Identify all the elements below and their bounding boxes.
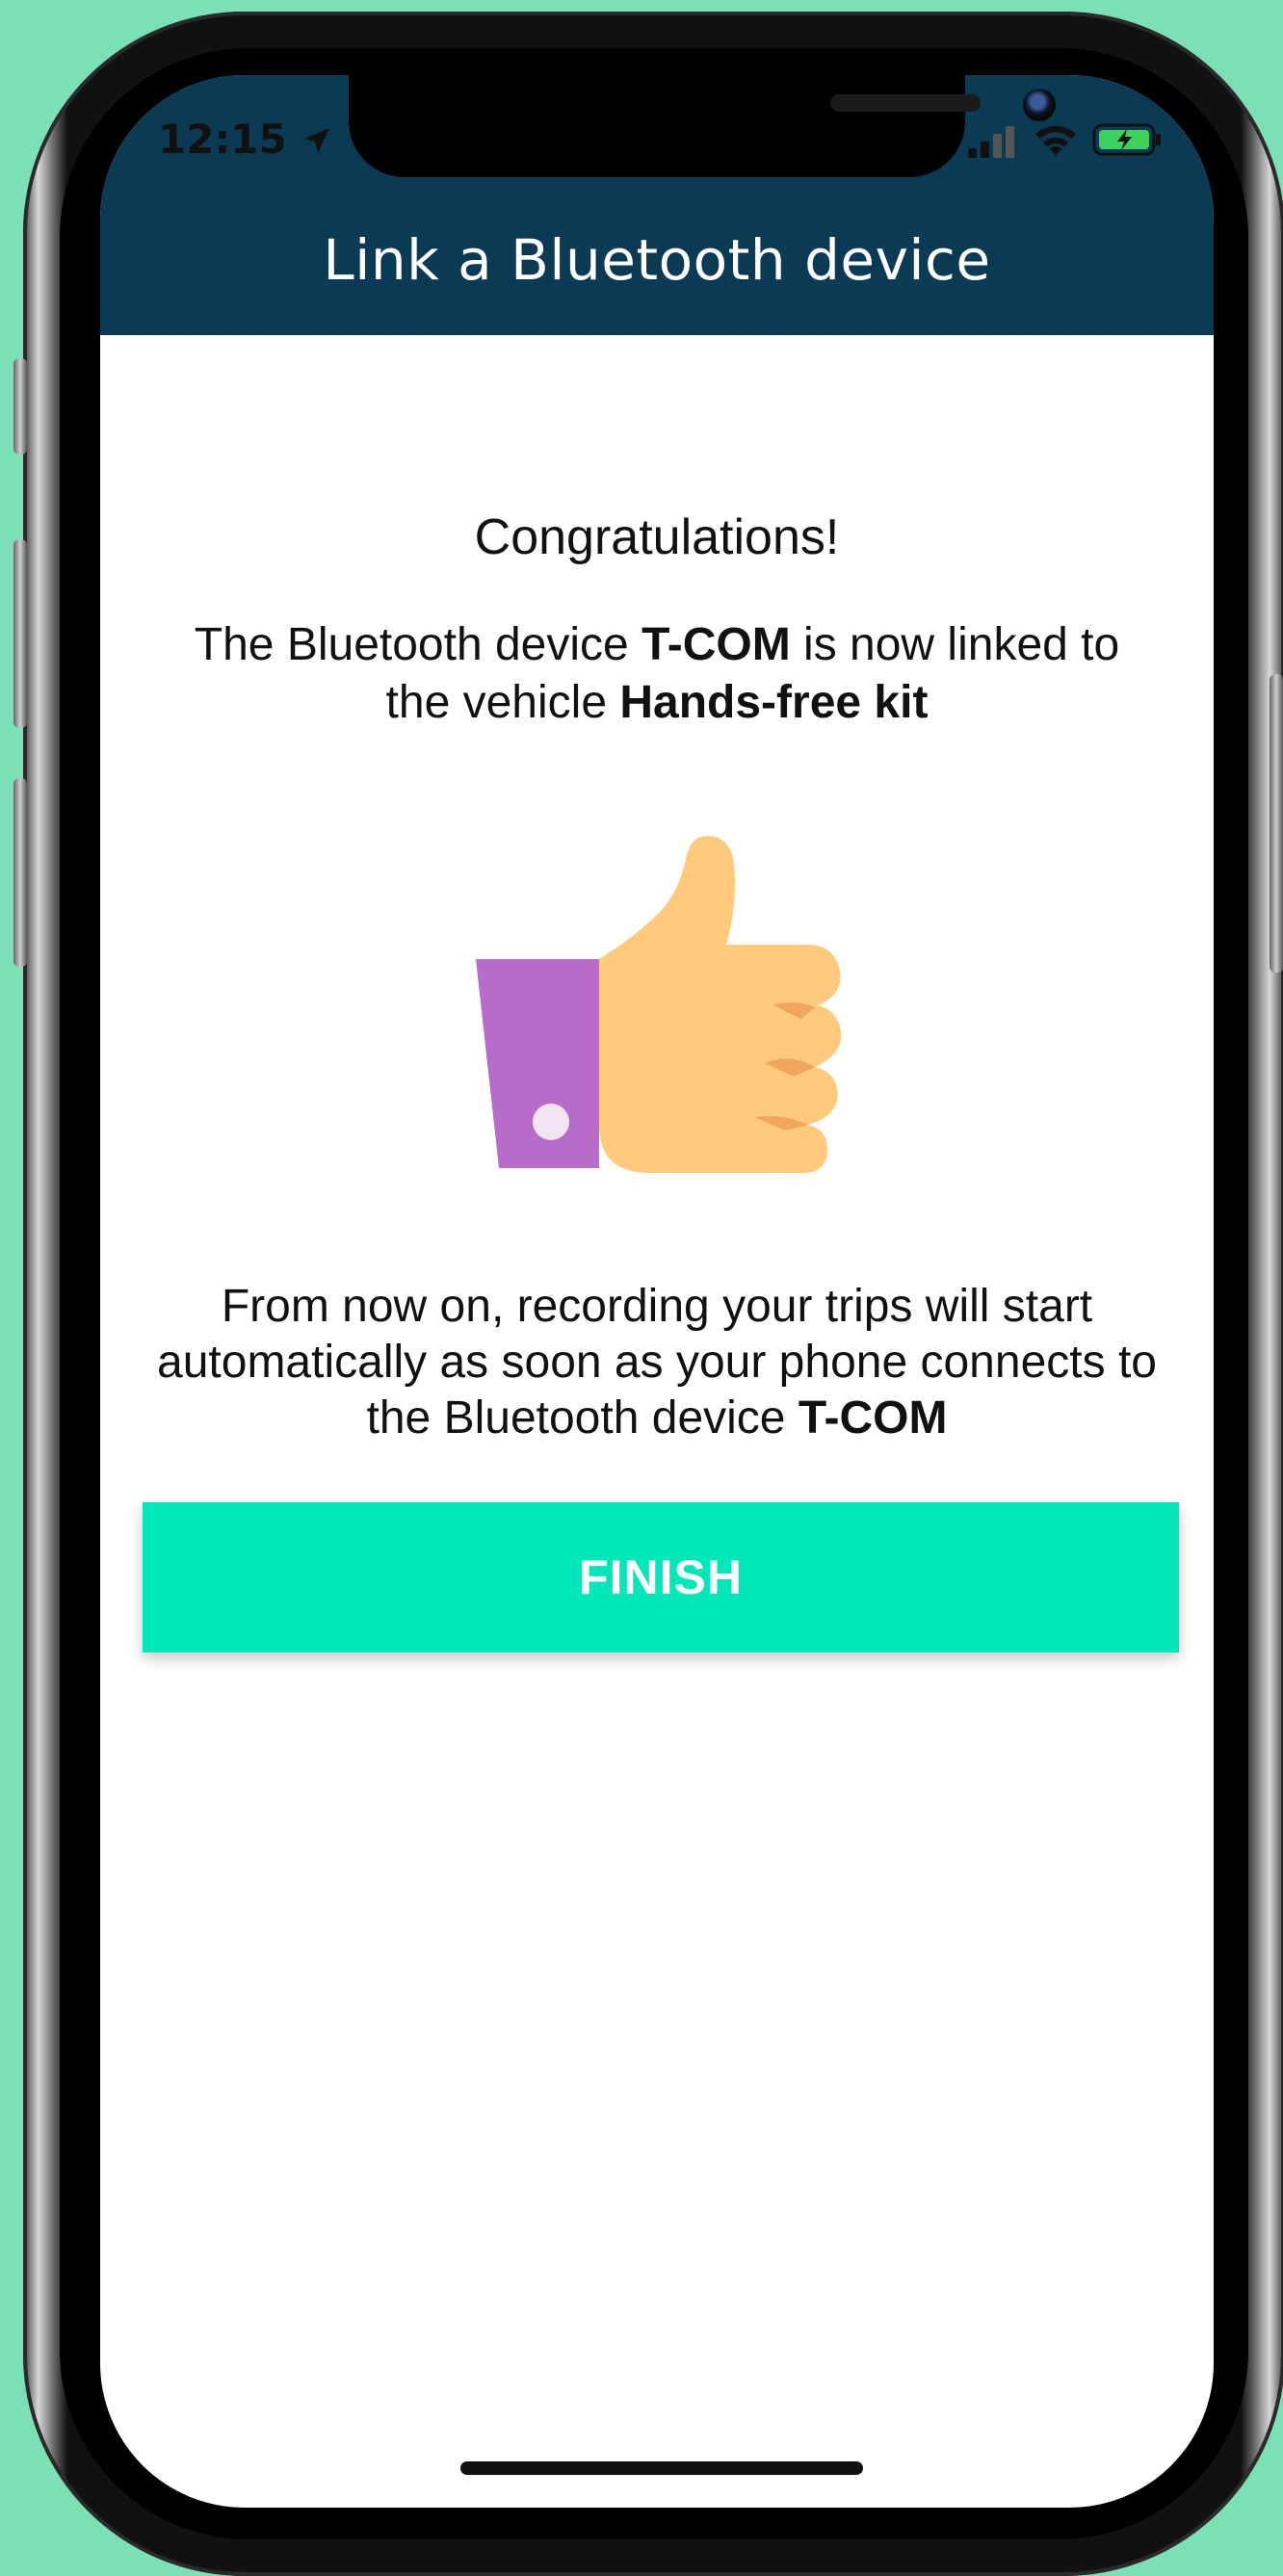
status-icons <box>966 121 1164 160</box>
auto-recording-message: From now on, recording your trips will s… <box>139 1279 1175 1446</box>
auto-recording-text: From now on, recording your trips will s… <box>157 1281 1157 1444</box>
front-camera <box>1023 89 1056 121</box>
linked-message: The Bluetooth device T-COM is now linked… <box>158 616 1156 732</box>
speaker-grille <box>830 94 981 112</box>
notch <box>349 75 1056 177</box>
home-indicator[interactable] <box>460 2461 863 2475</box>
power-button <box>1270 674 1283 973</box>
page-title: Link a Bluetooth device <box>323 227 991 293</box>
location-arrow-icon <box>304 128 330 153</box>
finish-button[interactable]: FINISH <box>143 1502 1179 1652</box>
auto-device-name: T-COM <box>798 1392 948 1444</box>
linked-prefix: The Bluetooth device <box>194 619 642 670</box>
app-screen: 12:15 Link a Bluetooth device Congratula… <box>100 75 1214 2508</box>
device-name: T-COM <box>642 619 791 670</box>
signal-icon <box>968 126 1015 158</box>
thumbs-up-icon <box>476 836 842 1173</box>
status-time-text: 12:15 <box>158 116 287 163</box>
status-bar-time: 12:15 <box>158 116 333 163</box>
volume-down-button <box>13 778 27 967</box>
mute-switch <box>13 358 27 455</box>
battery-charging-icon <box>1092 123 1161 156</box>
header-bar: 12:15 Link a Bluetooth device <box>100 75 1214 335</box>
vehicle-name: Hands-free kit <box>619 677 929 728</box>
wifi-icon <box>1034 125 1076 156</box>
congratulations-heading: Congratulations! <box>474 509 840 565</box>
volume-up-button <box>13 539 27 728</box>
